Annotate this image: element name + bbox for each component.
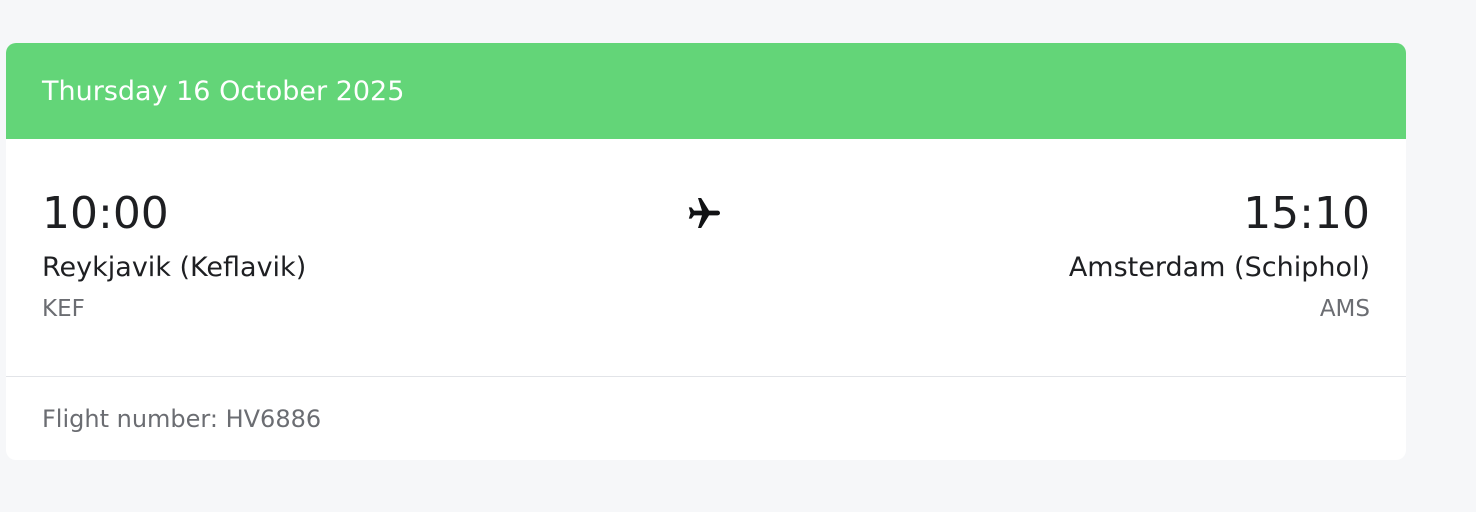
- arrival-info: 15:10 Amsterdam (Schiphol) AMS: [1069, 189, 1370, 323]
- flight-details-footer: Flight number: HV6886: [6, 377, 1406, 460]
- departure-info: 10:00 Reykjavik (Keflavik) KEF: [42, 189, 306, 323]
- departure-time: 10:00: [42, 188, 169, 239]
- flight-date-header: Thursday 16 October 2025: [6, 43, 1406, 139]
- arrival-time: 15:10: [1243, 188, 1370, 239]
- arrival-airport-code: AMS: [1319, 296, 1370, 322]
- flight-route: 10:00 Reykjavik (Keflavik) KEF 15:10 Ams…: [6, 139, 1406, 377]
- flight-date: Thursday 16 October 2025: [42, 75, 405, 107]
- departure-city: Reykjavik (Keflavik): [42, 252, 307, 283]
- flight-card: Thursday 16 October 2025 10:00 Reykjavik…: [6, 43, 1406, 460]
- airplane-icon: [688, 198, 720, 228]
- flight-number: Flight number: HV6886: [42, 404, 322, 433]
- departure-airport-code: KEF: [42, 296, 85, 322]
- arrival-city: Amsterdam (Schiphol): [1068, 252, 1370, 283]
